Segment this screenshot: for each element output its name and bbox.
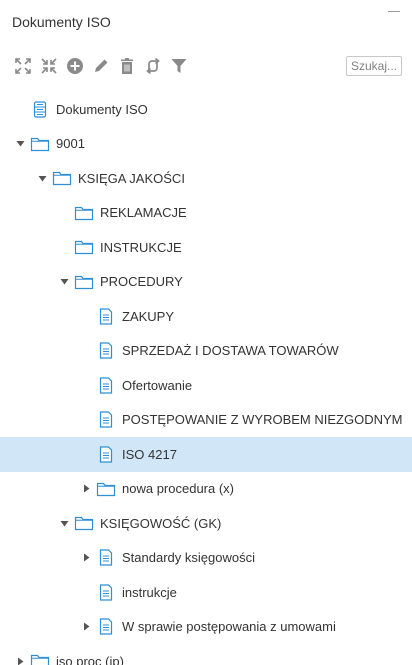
tree-row[interactable]: REKLAMACJE: [0, 196, 412, 231]
caret-down-icon[interactable]: [58, 517, 70, 529]
tree-row[interactable]: iso proc (ip): [0, 644, 412, 665]
trash-icon[interactable]: [116, 55, 138, 77]
folder-icon: [74, 238, 94, 256]
tree-node-label: REKLAMACJE: [100, 205, 187, 221]
tree-node-label: instrukcje: [122, 584, 177, 600]
document-icon: [96, 376, 116, 394]
tree-row[interactable]: ZAKUPY: [0, 299, 412, 334]
folder-icon: [52, 169, 72, 187]
tree-node-label: iso proc (ip): [56, 653, 124, 665]
tree-row[interactable]: Standardy księgowości: [0, 541, 412, 576]
tree-node-label: POSTĘPOWANIE Z WYROBEM NIEZGODNYM: [122, 412, 403, 428]
tree-row[interactable]: KSIĘGOWOŚĆ (GK): [0, 506, 412, 541]
tree-row[interactable]: Ofertowanie: [0, 368, 412, 403]
tree-row[interactable]: SPRZEDAŻ I DOSTAWA TOWARÓW: [0, 334, 412, 369]
tree-row[interactable]: Dokumenty ISO: [0, 92, 412, 127]
tree-node-label: KSIĘGOWOŚĆ (GK): [100, 515, 222, 531]
tree-node-label: Standardy księgowości: [122, 550, 255, 566]
tree-node-label: W sprawie postępowania z umowami: [122, 619, 336, 635]
toolbar: [0, 44, 412, 88]
caret-right-icon[interactable]: [80, 621, 92, 633]
document-tree: Dokumenty ISO 9001 KSIĘGA JAKOŚCI REKLAMACJ…: [0, 92, 412, 665]
folder-icon: [74, 273, 94, 291]
tree-node-label: 9001: [56, 136, 85, 152]
document-icon: [96, 618, 116, 636]
tree-node-label: nowa procedura (x): [122, 481, 234, 497]
minimize-button[interactable]: [386, 4, 402, 20]
refresh-icon[interactable]: [142, 55, 164, 77]
pencil-icon[interactable]: [90, 55, 112, 77]
tree-node-label: PROCEDURY: [100, 274, 183, 290]
caret-right-icon[interactable]: [80, 483, 92, 495]
collapse-all-icon[interactable]: [38, 55, 60, 77]
tree-row[interactable]: 9001: [0, 127, 412, 162]
tree-node-label: INSTRUKCJE: [100, 239, 182, 255]
tree-row[interactable]: W sprawie postępowania z umowami: [0, 610, 412, 645]
caret-right-icon[interactable]: [80, 552, 92, 564]
tree-node-label: ZAKUPY: [122, 308, 175, 324]
folder-icon: [30, 135, 50, 153]
tree-row[interactable]: nowa procedura (x): [0, 472, 412, 507]
folder-icon: [74, 514, 94, 532]
tree-node-label: KSIĘGA JAKOŚCI: [78, 170, 185, 186]
tree-node-label: Dokumenty ISO: [56, 101, 148, 117]
document-icon: [96, 583, 116, 601]
tree-row[interactable]: PROCEDURY: [0, 265, 412, 300]
document-icon: [96, 307, 116, 325]
document-tree-panel: Dokumenty ISO Szukaj... Dokumenty ISO 90…: [0, 0, 412, 665]
document-icon: [96, 549, 116, 567]
add-circle-icon[interactable]: [64, 55, 86, 77]
panel-header: Dokumenty ISO: [0, 0, 412, 44]
expand-all-icon[interactable]: [12, 55, 34, 77]
tree-row[interactable]: POSTĘPOWANIE Z WYROBEM NIEZGODNYM: [0, 403, 412, 438]
folder-icon: [74, 204, 94, 222]
tree-row[interactable]: INSTRUKCJE: [0, 230, 412, 265]
caret-down-icon[interactable]: [14, 138, 26, 150]
document-icon: [96, 411, 116, 429]
caret-right-icon[interactable]: [14, 655, 26, 665]
search-input[interactable]: [346, 56, 402, 76]
caret-down-icon[interactable]: [58, 276, 70, 288]
panel-title: Dokumenty ISO: [12, 14, 111, 30]
tree-row-selected[interactable]: ISO 4217: [0, 437, 412, 472]
caret-down-icon[interactable]: [36, 172, 48, 184]
document-icon: [96, 445, 116, 463]
tree-node-label: ISO 4217: [122, 446, 177, 462]
tree-node-label: Ofertowanie: [122, 377, 193, 393]
folder-icon: [30, 652, 50, 665]
database-icon: [30, 100, 50, 118]
document-icon: [96, 342, 116, 360]
filter-icon[interactable]: [168, 55, 190, 77]
tree-node-label: SPRZEDAŻ I DOSTAWA TOWARÓW: [122, 343, 339, 359]
tree-row[interactable]: instrukcje: [0, 575, 412, 610]
folder-icon: [96, 480, 116, 498]
tree-row[interactable]: KSIĘGA JAKOŚCI: [0, 161, 412, 196]
